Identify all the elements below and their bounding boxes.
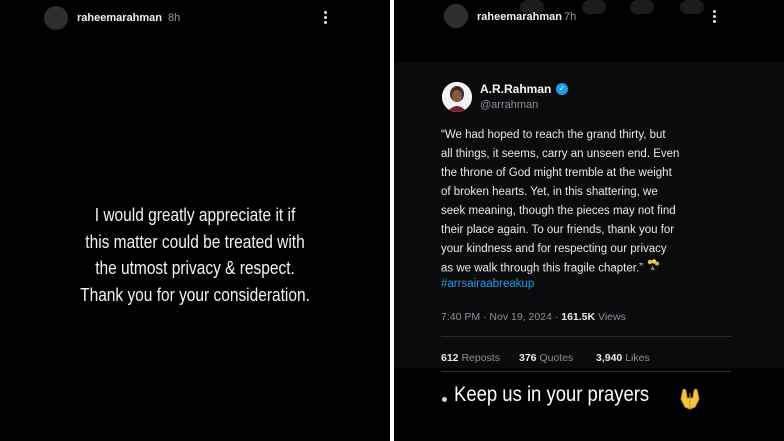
- caption-bullet: [442, 397, 447, 402]
- tweet-body-line: of broken hearts. Yet, in this shatterin…: [441, 186, 658, 198]
- left-story-panel: raheemarahman 8h I would greatly appreci…: [0, 0, 390, 441]
- likes-count: 3,940: [596, 352, 623, 364]
- tweet-meta: 7:40 PM · Nov 19, 2024 · 161.5K Views: [441, 311, 626, 323]
- quotes-label: Quotes: [539, 352, 574, 364]
- tweet-body-line: as we walk through this fragile chapter.…: [441, 262, 643, 275]
- tweet-screenshot: A.R.Rahman ✓ @arrahman “We had hoped to …: [394, 0, 784, 441]
- story-username[interactable]: raheemarahman: [77, 12, 162, 24]
- more-vertical-icon[interactable]: [322, 11, 328, 25]
- tweet-body-line: seek meaning, though the pieces may not …: [441, 205, 676, 217]
- verified-badge-icon: ✓: [556, 83, 568, 95]
- story-caption: Keep us in your prayers: [454, 383, 650, 406]
- story-message: I would greatly appreciate it if this ma…: [27, 202, 362, 308]
- story-message-line: the utmost privacy & respect.: [95, 258, 295, 278]
- tweet-body-line: your kindness and for respecting our pri…: [441, 243, 667, 255]
- reposts-count: 612: [441, 352, 459, 364]
- tweet-timestamp[interactable]: 7:40 PM · Nov 19, 2024 ·: [441, 311, 558, 323]
- bouquet-emoji-icon: [646, 259, 660, 278]
- story-message-line: I would greatly appreciate it if: [94, 205, 296, 225]
- likes-stat[interactable]: 3,940 Likes: [596, 352, 650, 364]
- reposts-label: Reposts: [461, 352, 500, 364]
- tweet-body-line-last: as we walk through this fragile chapter.…: [441, 259, 741, 279]
- reposts-stat[interactable]: 612 Reposts: [441, 352, 500, 364]
- likes-label: Likes: [625, 352, 650, 364]
- story-time: 8h: [168, 12, 181, 24]
- tweet-author-name[interactable]: A.R.Rahman: [480, 82, 551, 96]
- divider: [441, 371, 731, 372]
- tweet-body-line: “We had hoped to reach the grand thirty,…: [441, 129, 666, 141]
- story-message-line: this matter could be treated with: [85, 231, 305, 252]
- praying-hands-emoji-icon: [676, 385, 704, 411]
- divider: [441, 336, 731, 337]
- quotes-count: 376: [519, 352, 537, 364]
- tweet-body-line: the throne of God might tremble at the w…: [441, 167, 672, 179]
- tweet-author-handle[interactable]: @arrahman: [480, 99, 538, 111]
- tweet-body: “We had hoped to reach the grand thirty,…: [441, 126, 741, 279]
- tweet-body-line: all things, it seems, carry an unseen en…: [441, 148, 680, 160]
- avatar[interactable]: [44, 6, 68, 30]
- tweet-body-line: their place again. To our friends, thank…: [441, 224, 675, 236]
- tweet-hashtag-link[interactable]: #arrsairaabreakup: [441, 278, 534, 290]
- quotes-stat[interactable]: 376 Quotes: [519, 352, 573, 364]
- tweet-views-label: Views: [598, 311, 626, 323]
- story-message-line: Thank you for your consideration.: [80, 284, 310, 305]
- tweet-views-count: 161.5K: [561, 311, 596, 323]
- tweet-avatar[interactable]: [442, 82, 472, 112]
- story-header: raheemarahman 8h: [0, 0, 390, 36]
